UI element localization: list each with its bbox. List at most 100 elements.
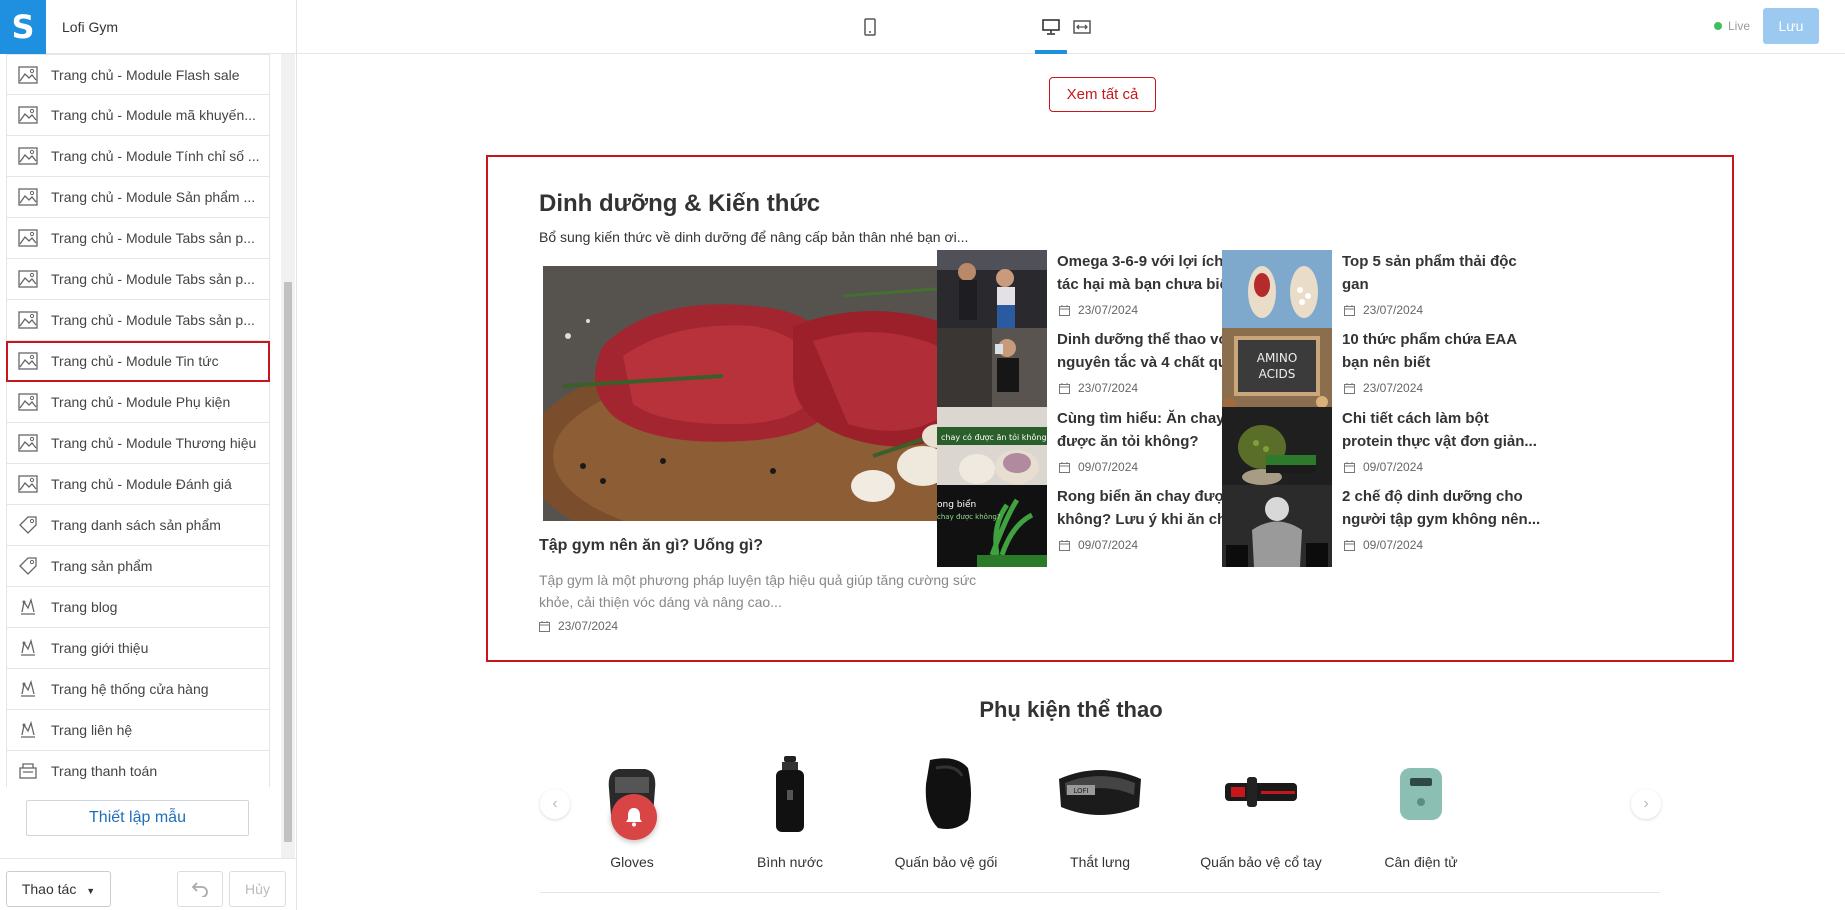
article-thumbnail[interactable] xyxy=(937,250,1047,332)
actions-label: Thao tác xyxy=(21,881,77,897)
calendar-icon xyxy=(1059,539,1070,551)
svg-text:LOFI: LOFI xyxy=(1073,787,1088,795)
sidebar-page-item[interactable]: Trang chủ - Module Phụ kiện xyxy=(6,382,270,423)
article-item[interactable]: ong biển chay được không? Rong biển ăn cha… xyxy=(937,485,1257,567)
actions-dropdown[interactable]: Thao tác ▼ xyxy=(6,871,111,907)
sidebar-page-item[interactable]: Trang chủ - Module Đánh giá xyxy=(6,464,270,505)
scrollbar-thumb[interactable] xyxy=(284,282,292,842)
accessory-item[interactable]: Quấn bảo vệ gối xyxy=(866,744,1026,870)
sidebar-page-item[interactable]: Trang sản phẩm xyxy=(6,546,270,587)
article-title[interactable]: 10 thức phẩm chứa EAA bạn nên biết xyxy=(1342,328,1542,374)
module-icon xyxy=(17,309,39,331)
view-all-button[interactable]: Xem tất cả xyxy=(1049,77,1156,112)
sidebar: S Lofi Gym Trang chủ - Module Flash sale… xyxy=(0,0,297,910)
accessory-item[interactable]: Cân điện tử xyxy=(1341,744,1501,870)
fullwidth-icon[interactable] xyxy=(1069,14,1095,40)
article-thumbnail[interactable] xyxy=(1222,485,1332,567)
sidebar-page-item[interactable]: Trang giới thiệu xyxy=(6,628,270,669)
accessories-section-title: Phụ kiện thể thao xyxy=(979,697,1163,722)
accessory-name[interactable]: Gloves xyxy=(552,854,712,870)
article-item[interactable]: Top 5 sản phẩm thải độc gan 23/07/2024 xyxy=(1222,250,1542,332)
featured-article-title[interactable]: Tập gym nên ăn gì? Uống gì? xyxy=(539,537,763,555)
accessory-image[interactable] xyxy=(710,744,870,844)
news-module-section[interactable]: Dinh dưỡng & Kiến thức Bổ sung kiến thức… xyxy=(486,155,1734,662)
sidebar-page-item[interactable]: Trang chủ - Module Tin tức xyxy=(6,341,270,382)
article-date: 09/07/2024 xyxy=(1344,460,1423,474)
article-item[interactable]: 2 chế độ dinh dưỡng cho người tập gym kh… xyxy=(1222,485,1542,567)
sidebar-page-label: Trang hệ thống cửa hàng xyxy=(51,681,209,697)
article-item[interactable]: chay có được ăn tỏi không Cùng tìm hiểu: … xyxy=(937,407,1257,489)
app-logo[interactable]: S xyxy=(0,0,46,54)
article-title[interactable]: 2 chế độ dinh dưỡng cho người tập gym kh… xyxy=(1342,485,1542,531)
sidebar-scrollbar[interactable] xyxy=(281,54,295,858)
carousel-next-button[interactable]: › xyxy=(1631,789,1661,819)
sidebar-page-item[interactable]: Trang chủ - Module Sản phẩm ... xyxy=(6,177,270,218)
module-icon xyxy=(17,64,39,86)
accessory-image[interactable] xyxy=(1181,744,1341,844)
sidebar-page-item[interactable]: Trang liên hệ xyxy=(6,710,270,751)
svg-text:ong biển: ong biển xyxy=(937,499,976,510)
accessory-image[interactable] xyxy=(866,744,1026,844)
module-icon xyxy=(17,104,39,126)
sidebar-page-item[interactable]: Trang chủ - Module Thương hiệu xyxy=(6,423,270,464)
sidebar-page-item[interactable]: Trang hệ thống cửa hàng xyxy=(6,669,270,710)
module-icon xyxy=(17,186,39,208)
accessory-name[interactable]: Quấn bảo vệ cổ tay xyxy=(1181,854,1341,870)
sidebar-page-label: Trang chủ - Module Đánh giá xyxy=(51,476,232,492)
article-thumbnail[interactable]: ong biển chay được không? xyxy=(937,485,1047,567)
sidebar-page-item[interactable]: Trang chủ - Module Flash sale xyxy=(6,54,270,95)
brand-header: S Lofi Gym xyxy=(0,0,296,54)
sidebar-page-label: Trang chủ - Module mã khuyến... xyxy=(51,107,256,123)
article-title[interactable]: Chi tiết cách làm bột protein thực vật đ… xyxy=(1342,407,1542,453)
article-thumbnail[interactable]: AMINO ACIDS xyxy=(1222,328,1332,410)
sidebar-page-item[interactable]: Trang chủ - Module mã khuyến... xyxy=(6,95,270,136)
notification-bell-button[interactable] xyxy=(611,794,657,840)
featured-article-image[interactable] xyxy=(543,266,993,521)
sidebar-page-label: Trang chủ - Module Tabs sản p... xyxy=(51,271,255,287)
sidebar-page-label: Trang thanh toán xyxy=(51,763,158,779)
calendar-icon xyxy=(1344,461,1355,473)
article-date: 09/07/2024 xyxy=(1344,538,1423,552)
sidebar-page-label: Trang liên hệ xyxy=(51,722,133,738)
article-title[interactable]: Top 5 sản phẩm thải độc gan xyxy=(1342,250,1542,296)
accessory-item[interactable]: LOFI Thắt lưng xyxy=(1020,744,1180,870)
sidebar-page-label: Trang blog xyxy=(51,599,118,615)
article-thumbnail[interactable] xyxy=(1222,407,1332,489)
accessory-item[interactable]: Bình nước xyxy=(710,744,870,870)
article-item[interactable]: Chi tiết cách làm bột protein thực vật đ… xyxy=(1222,407,1542,489)
article-thumbnail[interactable]: chay có được ăn tỏi không xyxy=(937,407,1047,489)
accessory-name[interactable]: Bình nước xyxy=(710,854,870,870)
accessory-name[interactable]: Cân điện tử xyxy=(1341,854,1501,870)
accessory-image[interactable]: LOFI xyxy=(1020,744,1180,844)
mobile-icon[interactable] xyxy=(857,14,883,40)
sidebar-page-item[interactable]: Trang chủ - Module Tính chỉ số ... xyxy=(6,136,270,177)
module-icon xyxy=(17,268,39,290)
undo-button[interactable] xyxy=(177,871,223,907)
setup-template-button[interactable]: Thiết lập mẫu xyxy=(26,800,249,836)
accessory-name[interactable]: Quấn bảo vệ gối xyxy=(866,854,1026,870)
save-button[interactable]: Lưu xyxy=(1763,8,1819,44)
sidebar-page-item[interactable]: Trang chủ - Module Tabs sản p... xyxy=(6,300,270,341)
blog-icon xyxy=(17,637,39,659)
calendar-icon xyxy=(1344,539,1355,551)
article-date: 23/07/2024 xyxy=(1059,303,1138,317)
cancel-button[interactable]: Hủy xyxy=(229,871,286,907)
accessory-name[interactable]: Thắt lưng xyxy=(1020,854,1180,870)
article-item[interactable]: Omega 3-6-9 với lợi ích và tác hại mà bạ… xyxy=(937,250,1257,332)
blog-icon xyxy=(17,678,39,700)
article-thumbnail[interactable] xyxy=(1222,250,1332,332)
sidebar-page-item[interactable]: Trang chủ - Module Tabs sản p... xyxy=(6,259,270,300)
sidebar-page-item[interactable]: Trang thanh toán xyxy=(6,751,270,787)
sidebar-page-item[interactable]: Trang danh sách sản phẩm xyxy=(6,505,270,546)
article-item[interactable]: AMINO ACIDS 10 thức phẩm chứa EAA bạn nên … xyxy=(1222,328,1542,410)
desktop-icon[interactable] xyxy=(1038,14,1064,40)
accessory-item[interactable]: Quấn bảo vệ cổ tay xyxy=(1181,744,1341,870)
editor-topbar: Live Lưu xyxy=(297,0,1845,54)
article-thumbnail[interactable] xyxy=(937,328,1047,410)
sidebar-page-item[interactable]: Trang blog xyxy=(6,587,270,628)
calendar-icon xyxy=(1344,304,1355,316)
sidebar-page-item[interactable]: Trang chủ - Module Tabs sản p... xyxy=(6,218,270,259)
accessory-image[interactable] xyxy=(1341,744,1501,844)
bell-icon xyxy=(626,808,642,827)
article-item[interactable]: Dinh dưỡng thể thao với 3 nguyên tắc và … xyxy=(937,328,1257,410)
